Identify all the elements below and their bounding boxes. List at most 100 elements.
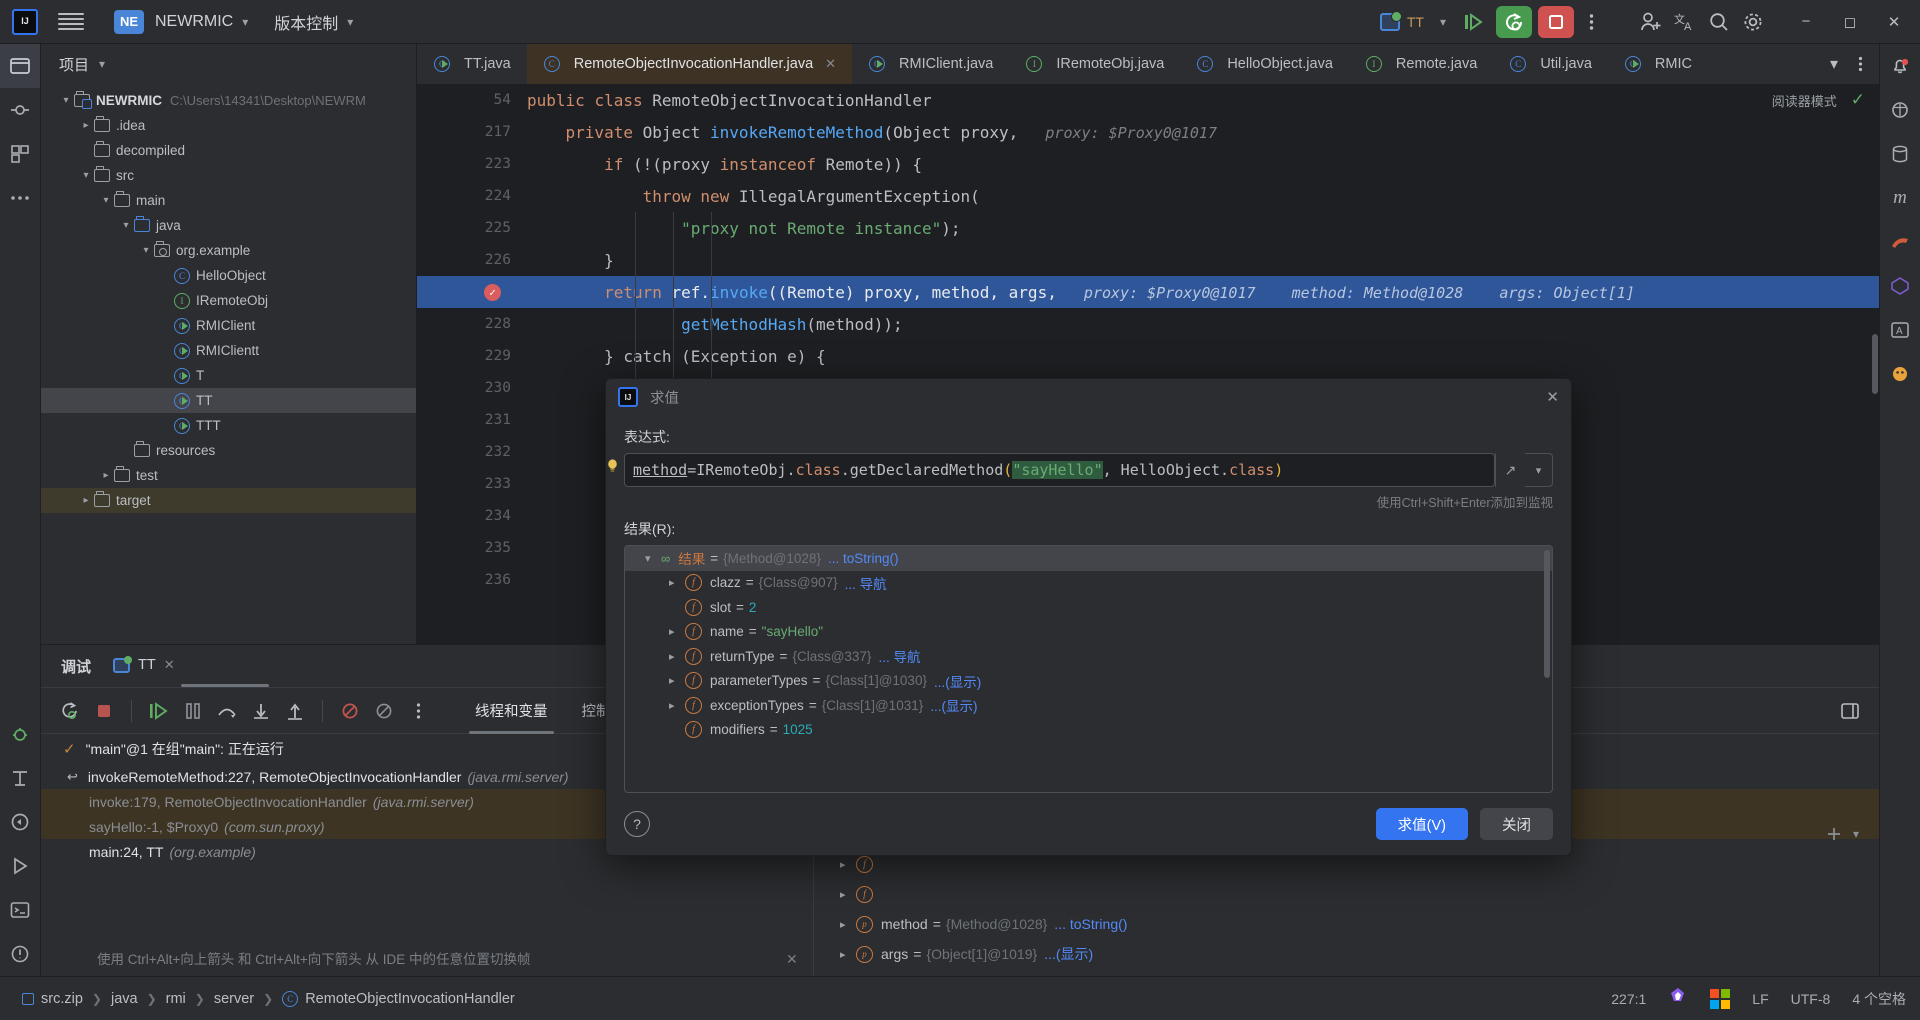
debug-session-tab[interactable]: TT ✕	[113, 655, 175, 675]
editor-tab-rmiclient-java[interactable]: C RMIClient.java	[852, 44, 1009, 84]
code-line[interactable]: 228 getMethodHash(method));	[417, 308, 1879, 340]
code-line[interactable]: 229 } catch (Exception e) {	[417, 340, 1879, 372]
expression-history-icon[interactable]: ▾	[1525, 453, 1553, 487]
result-extra[interactable]: ... 导航	[878, 646, 920, 666]
search-icon[interactable]	[1702, 6, 1736, 38]
debug-tool-icon[interactable]	[0, 712, 40, 756]
tree-node-src[interactable]: ▾ src	[41, 163, 416, 188]
chevron-right-icon[interactable]: ▸	[669, 576, 685, 589]
more-options-icon[interactable]	[1574, 6, 1608, 38]
microsoft-logo-icon[interactable]	[1710, 988, 1731, 1009]
run-configuration-selector[interactable]: TT ▾	[1379, 10, 1446, 31]
chevron-down-icon[interactable]: ▾	[1821, 49, 1847, 79]
result-extra[interactable]: ... toString()	[828, 551, 899, 566]
result-extra[interactable]: ...(显示)	[930, 695, 977, 715]
chevron-right-icon[interactable]: ▸	[99, 470, 113, 481]
evaluate-dialog[interactable]: IJ 求值 ✕ 表达式: method = IRemoteObj. class. get…	[605, 378, 1572, 856]
rerun-icon[interactable]	[55, 696, 85, 726]
variable-row-args[interactable]: ▸ p args = {Object[1]@1019} ...(显示)	[814, 939, 1879, 969]
editor-tab-remote-java[interactable]: I Remote.java	[1349, 44, 1493, 84]
main-menu-icon[interactable]	[58, 13, 84, 30]
chevron-down-icon[interactable]: ▾	[242, 15, 248, 29]
pause-icon[interactable]	[178, 696, 208, 726]
close-icon[interactable]: ✕	[1546, 388, 1559, 406]
close-hint-icon[interactable]: ✕	[786, 951, 798, 968]
step-into-icon[interactable]	[246, 696, 276, 726]
chevron-right-icon[interactable]: ▸	[840, 918, 856, 931]
variable-extra[interactable]: ... toString()	[1054, 916, 1127, 932]
gradle-icon[interactable]	[1880, 220, 1920, 264]
code-line[interactable]: 223 if (!(proxy instanceof Remote)) {	[417, 148, 1879, 180]
debug-subtabs[interactable]: 线程和变量 控制台	[469, 688, 625, 734]
evaluate-button[interactable]: 求值(V)	[1375, 808, 1468, 840]
tree-node-.idea[interactable]: ▸ .idea	[41, 113, 416, 138]
code-line[interactable]: 217 private Object invokeRemoteMethod(Ob…	[417, 116, 1879, 148]
result-extra[interactable]: ... 导航	[845, 573, 887, 593]
chevron-right-icon[interactable]: ▸	[669, 674, 685, 687]
breadcrumb-item[interactable]: java	[111, 991, 138, 1007]
result-row-clazz[interactable]: ▸ f clazz = {Class@907}... 导航	[625, 571, 1552, 596]
chevron-right-icon[interactable]: ▸	[669, 699, 685, 712]
breadcrumb-item[interactable]: server	[214, 991, 254, 1007]
terminal-tree-icon[interactable]	[0, 756, 40, 800]
editor-tab-remoteobjectinvocationhandler-java[interactable]: C RemoteObjectInvocationHandler.java ✕	[526, 44, 853, 84]
run-icon[interactable]	[1456, 6, 1490, 38]
chevron-down-icon[interactable]: ▾	[1853, 827, 1859, 841]
minimize-button[interactable]: −	[1784, 2, 1828, 42]
close-dialog-button[interactable]: 关闭	[1480, 808, 1553, 840]
editor-tabs[interactable]: C TT.java C RemoteObjectInvocationHandler.j…	[417, 44, 1879, 84]
result-row-modifiers[interactable]: f modifiers = 1025	[625, 718, 1552, 743]
chevron-down-icon[interactable]: ▾	[79, 170, 93, 181]
project-tree[interactable]: ▾ NEWRMIC C:\Users\14341\Desktop\NEWRM ▸ .id…	[41, 84, 416, 513]
tree-node-iremoteobj[interactable]: I IRemoteObj	[41, 288, 416, 313]
commit-tool-icon[interactable]	[0, 88, 40, 132]
project-name[interactable]: NEWRMIC	[155, 13, 233, 31]
tree-node-newrmic[interactable]: ▾ NEWRMIC C:\Users\14341\Desktop\NEWRM	[41, 88, 416, 113]
result-row-结果[interactable]: ▾ ∞ 结果 = {Method@1028}... toString()	[625, 546, 1552, 571]
layout-settings-icon[interactable]	[1835, 696, 1865, 726]
plugin-icon[interactable]	[1668, 987, 1688, 1010]
bean-validation-icon[interactable]	[1880, 264, 1920, 308]
project-tool-icon[interactable]	[0, 44, 40, 88]
variables-search-row[interactable]: ▾	[1559, 821, 1859, 847]
result-row-returnType[interactable]: ▸ f returnType = {Class@337}... 导航	[625, 644, 1552, 669]
more-tool-windows-icon[interactable]	[0, 176, 40, 220]
debug-icon[interactable]	[1496, 5, 1532, 38]
leetcode-icon[interactable]	[1880, 352, 1920, 396]
chevron-right-icon[interactable]: ▸	[840, 948, 856, 961]
breadcrumb[interactable]: src.zip ❯ java ❯ rmi ❯ server ❯ C RemoteObjectInv…	[22, 990, 515, 1007]
chevron-down-icon[interactable]: ▾	[99, 195, 113, 206]
tree-node-resources[interactable]: resources	[41, 438, 416, 463]
debug-subtab-threads-variables[interactable]: 线程和变量	[469, 688, 553, 734]
result-row-parameterTypes[interactable]: ▸ f parameterTypes = {Class[1]@1030} ...(显示)	[625, 669, 1552, 694]
tree-node-java[interactable]: ▾ java	[41, 213, 416, 238]
file-encoding[interactable]: UTF-8	[1791, 991, 1831, 1007]
editor-scrollbar[interactable]	[1872, 334, 1878, 394]
inspections-ok-icon[interactable]: ✓	[1851, 90, 1865, 110]
close-icon[interactable]: ✕	[164, 657, 175, 673]
maven-icon[interactable]: m	[1880, 176, 1920, 220]
close-button[interactable]: ✕	[1872, 2, 1916, 42]
result-scrollbar[interactable]	[1544, 550, 1550, 678]
view-breakpoints-icon[interactable]	[369, 696, 399, 726]
breakpoint-gutter[interactable]: ✓	[417, 283, 527, 301]
breadcrumb-item[interactable]: C RemoteObjectInvocationHandler	[282, 990, 515, 1007]
more-options-icon[interactable]	[1847, 49, 1873, 79]
expression-input[interactable]: method = IRemoteObj. class. getDeclaredMetho…	[624, 453, 1495, 487]
result-extra[interactable]: ...(显示)	[934, 671, 981, 691]
stop-icon[interactable]	[89, 696, 119, 726]
problems-icon[interactable]	[0, 932, 40, 976]
result-tree[interactable]: ▾ ∞ 结果 = {Method@1028}... toString() ▸ f clazz =…	[624, 545, 1553, 793]
chevron-down-icon[interactable]: ▾	[1440, 15, 1446, 29]
result-row-slot[interactable]: f slot = 2	[625, 595, 1552, 620]
notifications-bell-icon[interactable]	[1880, 44, 1920, 88]
code-line[interactable]: 54 public class RemoteObjectInvocationHan…	[417, 84, 1879, 116]
structure-tool-icon[interactable]	[0, 132, 40, 176]
editor-tab-tt-java[interactable]: C TT.java	[417, 44, 527, 84]
step-over-icon[interactable]	[212, 696, 242, 726]
code-line-current[interactable]: ✓ return ref.invoke((Remote) proxy, meth…	[417, 276, 1879, 308]
maximize-button[interactable]: ◻	[1828, 2, 1872, 42]
chevron-right-icon[interactable]: ▸	[840, 888, 856, 901]
chevron-right-icon[interactable]: ▸	[79, 120, 93, 131]
run-tool-icon[interactable]	[0, 844, 40, 888]
